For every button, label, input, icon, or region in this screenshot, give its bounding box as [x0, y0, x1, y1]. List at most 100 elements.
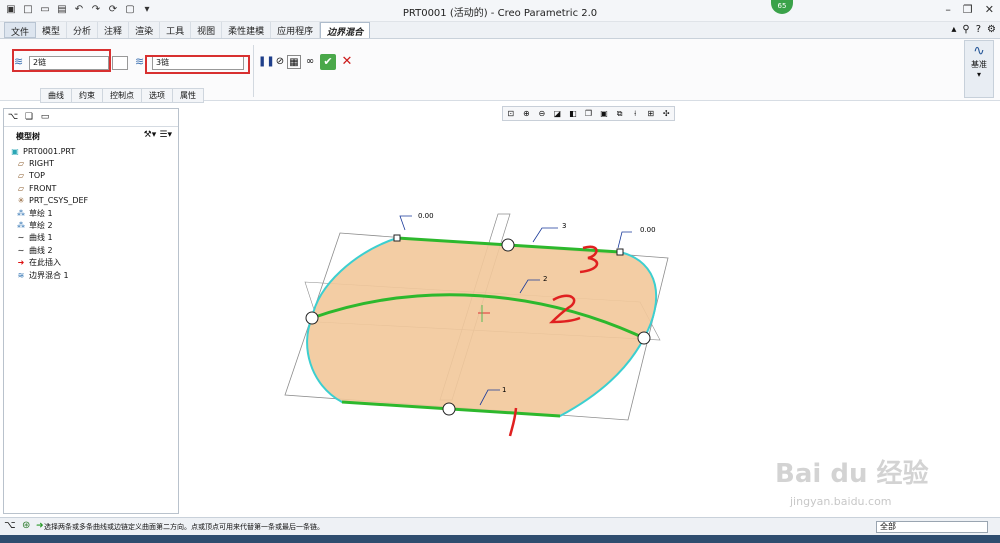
status-message: 选择两条或多条曲线或边链定义曲面第二方向。点或顶点可用来代替第一条或最后一条链。 [44, 523, 324, 531]
second-direction-icon: ≋ [135, 55, 145, 68]
glasses-icon[interactable]: ∞ [303, 55, 317, 69]
tab-analysis[interactable]: 分析 [67, 22, 99, 38]
tab-view[interactable]: 视图 [191, 22, 223, 38]
tree-item-front[interactable]: ▱ FRONT [10, 182, 178, 194]
dimension-label-left[interactable]: 0.00 [418, 212, 434, 220]
ok-button[interactable]: ✔ [320, 54, 336, 70]
boundary-blend-dashboard: ≋ 2链 ≋ 3链 ❚❚ ⊘ ▦ ∞ ✔ ✕ 曲线 约束 控制点 选项 属性 ∿… [0, 39, 1000, 103]
search-icon[interactable]: ⚲ [962, 24, 969, 35]
subtab-control-points[interactable]: 控制点 [102, 88, 142, 103]
curve-label-1: 1 [502, 386, 506, 394]
plane-icon: ▱ [17, 159, 25, 169]
drag-handle[interactable] [305, 311, 319, 325]
title-bar: ▣ □ ▭ ▤ ↶ ↷ ⟳ ▢ ▾ PRT0001 (活动的) - Creo P… [0, 0, 1000, 22]
saved-views-icon[interactable]: ❐ [581, 107, 597, 120]
preview-icon[interactable]: ▦ [287, 55, 301, 69]
tree-item-part[interactable]: ▣ PRT0001.PRT [10, 145, 178, 157]
plane-icon: ▱ [17, 171, 25, 181]
dimension-label-right[interactable]: 0.00 [640, 226, 656, 234]
tab-model[interactable]: 模型 [36, 22, 68, 38]
refit-icon[interactable]: ⊡ [503, 107, 519, 120]
tab-tools[interactable]: 工具 [160, 22, 192, 38]
model-tree-title: 模型树 [16, 132, 40, 141]
annotation-display-icon[interactable]: ⊞ [643, 107, 659, 120]
drag-handle[interactable] [442, 402, 456, 416]
graphics-toolbar: ⊡ ⊕ ⊖ ◪ ◧ ❐ ▣ ⧉ ⟊ ⊞ ✣ [502, 106, 675, 121]
datum-label: 基准 [971, 60, 987, 69]
curve-icon: ∼ [17, 245, 25, 255]
tree-item-curve-1[interactable]: ∼ 曲线 1 [10, 232, 178, 244]
csys-icon: ✳ [17, 196, 25, 206]
model-tree-panel: ⌥ ❏ ▭ 模型树 ⚒▾ ☰▾ ▣ PRT0001.PRT ▱ RIGHT ▱ TOP… [3, 108, 179, 514]
chevron-up-icon[interactable]: ▴ [951, 24, 956, 35]
minimize-icon[interactable]: – [945, 3, 951, 16]
dashboard-subtabs: 曲线 约束 控制点 选项 属性 [40, 88, 204, 103]
options-icon[interactable]: ⚙ [987, 24, 996, 35]
subtab-options[interactable]: 选项 [141, 88, 173, 103]
watermark-logo: Bai du 经验 [775, 459, 929, 489]
ribbon-tabs: 文件 模型 分析 注释 渲染 工具 视图 柔性建模 应用程序 边界混合 [0, 22, 1000, 39]
zoom-out-icon[interactable]: ⊖ [534, 107, 550, 120]
maximize-icon[interactable]: ❐ [963, 3, 973, 16]
tree-item-sketch-2[interactable]: ⁂ 草绘 2 [10, 219, 178, 231]
help-icon[interactable]: ? [976, 24, 981, 35]
tab-boundary-blend[interactable]: 边界混合 [320, 22, 371, 38]
tab-render[interactable]: 渲染 [129, 22, 161, 38]
datum-icon: ∿ [973, 43, 985, 59]
datum-group-button[interactable]: ∿ 基准 ▾ [964, 40, 994, 98]
annotation-red-box [145, 55, 250, 74]
tree-item-right[interactable]: ▱ RIGHT [10, 157, 178, 169]
no-preview-icon[interactable]: ⊘ [273, 55, 287, 69]
tree-item-insert-here[interactable]: ➜ 在此插入 [10, 257, 178, 269]
boundary-blend-surface[interactable] [306, 236, 658, 418]
chevron-down-icon: ▾ [976, 70, 981, 79]
tree-toggle-icon[interactable]: ⌥ [4, 520, 16, 531]
model-tree: ▣ PRT0001.PRT ▱ RIGHT ▱ TOP ▱ FRONT ✳ PRT_CSY… [4, 145, 178, 281]
status-bar: ⌥ ⊛ ➜ 选择两条或多条曲线或边链定义曲面第二方向。点或顶点可用来代替第一条或… [0, 517, 1000, 535]
curve-icon: ∼ [17, 233, 25, 243]
close-icon[interactable]: ✕ [985, 3, 994, 16]
repaint-icon[interactable]: ◪ [550, 107, 566, 120]
watermark-url: jingyan.baidu.com [790, 495, 892, 508]
tab-annotate[interactable]: 注释 [98, 22, 130, 38]
view-manager-icon[interactable]: ▣ [596, 107, 612, 120]
os-taskbar [0, 535, 1000, 543]
cancel-button[interactable]: ✕ [340, 54, 354, 70]
selection-filter[interactable]: 全部 [876, 521, 988, 533]
subtab-curves[interactable]: 曲线 [40, 88, 72, 103]
vertex-handle[interactable] [393, 234, 401, 242]
tree-settings-icon[interactable]: ⚒▾ [144, 130, 157, 140]
display-style-icon[interactable]: ◧ [565, 107, 581, 120]
tree-item-csys[interactable]: ✳ PRT_CSYS_DEF [10, 195, 178, 207]
message-arrow-icon: ➜ [36, 521, 44, 531]
tab-flexible-modeling[interactable]: 柔性建模 [222, 22, 272, 38]
perspective-icon[interactable]: ⧉ [612, 107, 628, 120]
first-direction-details[interactable] [112, 56, 128, 70]
datum-display-icon[interactable]: ⟊ [627, 107, 643, 120]
pause-icon[interactable]: ❚❚ [258, 55, 275, 69]
zoom-in-icon[interactable]: ⊕ [519, 107, 535, 120]
tree-columns-icon[interactable]: ☰▾ [159, 130, 172, 140]
tree-item-boundary-blend-1[interactable]: ≋ 边界混合 1 [10, 269, 178, 281]
boundary-blend-icon: ≋ [17, 270, 25, 280]
subtab-properties[interactable]: 属性 [172, 88, 204, 103]
layers-icon[interactable]: ❏ [23, 111, 35, 123]
window-title: PRT0001 (活动的) - Creo Parametric 2.0 [402, 8, 598, 19]
sketch-icon: ⁂ [17, 221, 25, 231]
tab-applications[interactable]: 应用程序 [271, 22, 321, 38]
browser-toggle-icon[interactable]: ⊛ [22, 520, 30, 531]
drag-handle[interactable] [637, 331, 651, 345]
folder-icon[interactable]: ▭ [39, 111, 51, 123]
spin-center-icon[interactable]: ✣ [658, 107, 674, 120]
tree-item-top[interactable]: ▱ TOP [10, 170, 178, 182]
insert-arrow-icon: ➜ [17, 258, 25, 268]
vertex-handle[interactable] [616, 248, 624, 256]
drag-handle[interactable] [501, 238, 515, 252]
tab-file[interactable]: 文件 [4, 22, 37, 38]
tree-item-sketch-1[interactable]: ⁂ 草绘 1 [10, 207, 178, 219]
model-tree-tab-icon[interactable]: ⌥ [7, 111, 19, 123]
tree-item-curve-2[interactable]: ∼ 曲线 2 [10, 244, 178, 256]
subtab-constraints[interactable]: 约束 [71, 88, 103, 103]
annotation-red-box [12, 49, 111, 72]
plane-icon: ▱ [17, 183, 25, 193]
